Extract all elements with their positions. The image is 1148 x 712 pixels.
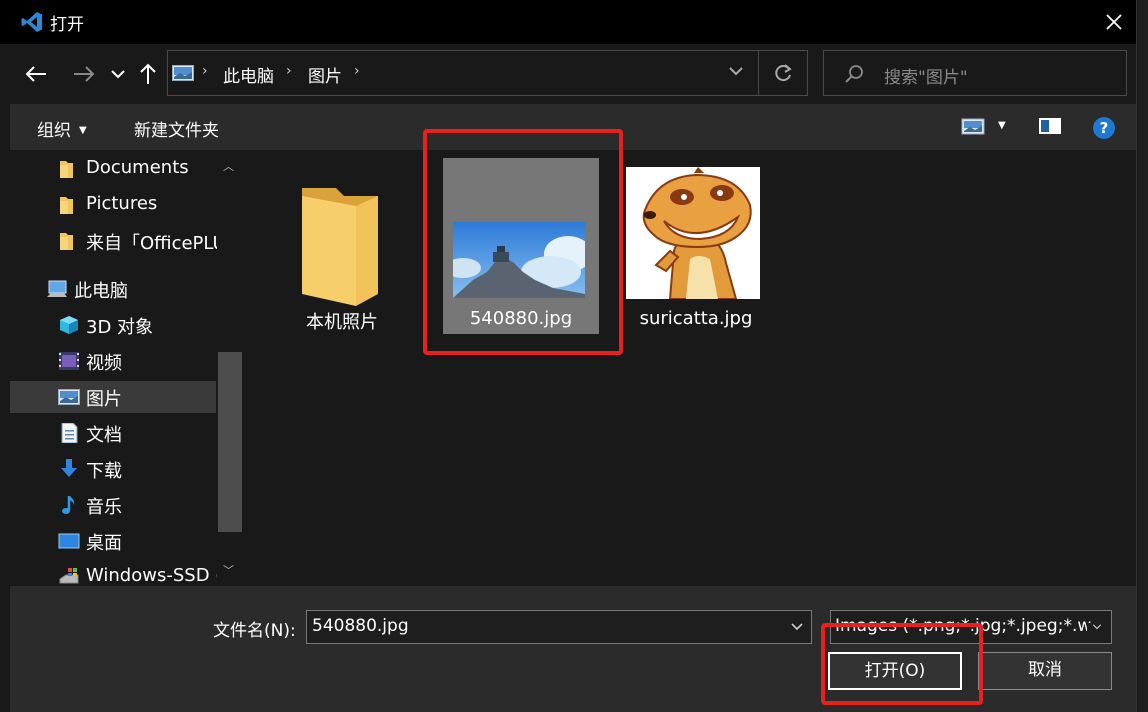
highlight-box-selected-file	[423, 129, 623, 355]
computer-icon	[47, 280, 67, 297]
breadcrumb-separator: ›	[202, 63, 208, 79]
up-button[interactable]	[134, 60, 162, 88]
nav-label: 此电脑	[74, 281, 128, 302]
search-box[interactable]: 搜索"图片"	[823, 50, 1127, 96]
folder-icon	[302, 188, 378, 306]
file-tile-folder[interactable]: 本机照片	[264, 158, 420, 334]
video-icon	[59, 352, 79, 370]
filename-value: 540880.jpg	[312, 616, 409, 636]
nav-label: Documents	[86, 157, 189, 178]
forward-button[interactable]	[70, 60, 98, 88]
nav-label: 图片	[86, 389, 122, 410]
nav-item-videos[interactable]: 视频	[10, 345, 216, 377]
caret-down-icon: ▼	[79, 125, 87, 136]
address-bar[interactable]: › 此电脑 › 图片 ›	[167, 50, 808, 96]
chevron-down-icon[interactable]	[791, 623, 803, 631]
file-tile-suricatta[interactable]: suricatta.jpg	[618, 158, 774, 334]
folder-icon	[60, 197, 73, 214]
window-title: 打开	[50, 15, 84, 35]
document-icon	[61, 423, 78, 443]
vscode-icon	[21, 12, 42, 32]
nav-item-officeplus[interactable]: 来自「OfficePLU	[10, 225, 226, 257]
file-list: 本机照片 540880.jpg suricatta.jpg	[244, 150, 1136, 586]
highlight-box-open-button	[821, 623, 983, 705]
3d-objects-icon	[60, 316, 78, 334]
address-row: › 此电脑 › 图片 › 搜索"图片"	[0, 44, 1136, 104]
organize-label: 组织	[37, 121, 71, 141]
nav-item-desktop[interactable]: 桌面	[10, 525, 216, 557]
breadcrumb-pictures[interactable]: 图片	[308, 62, 342, 87]
folder-icon	[60, 233, 73, 250]
nav-item-documents-library[interactable]: 文档	[10, 417, 216, 449]
file-name: 本机照片	[306, 312, 378, 333]
cancel-button[interactable]: 取消	[978, 652, 1112, 690]
view-options-icon[interactable]	[961, 116, 985, 136]
search-icon	[845, 65, 863, 83]
refresh-icon[interactable]	[773, 63, 793, 83]
download-icon	[61, 459, 77, 477]
nav-label: 3D 对象	[86, 317, 154, 338]
file-name: suricatta.jpg	[639, 308, 753, 329]
filename-label: 文件名(N):	[213, 621, 296, 641]
scroll-up-icon[interactable]: ︿	[223, 158, 234, 174]
nav-label: 来自「OfficePLU	[86, 233, 226, 254]
drive-icon	[59, 568, 79, 584]
navigation-pane: Documents Pictures 来自「OfficePLU 此电脑 3D 对…	[10, 150, 244, 586]
music-icon	[62, 496, 75, 514]
new-folder-button[interactable]: 新建文件夹	[134, 116, 219, 141]
chevron-down-icon	[1087, 623, 1103, 631]
preview-pane-icon[interactable]	[1038, 116, 1062, 136]
background-window-edge	[1136, 0, 1148, 712]
nav-item-pictures-folder[interactable]: Pictures	[10, 189, 216, 221]
nav-label: Windows-SSD (	[86, 565, 223, 586]
filename-input[interactable]: 540880.jpg	[306, 610, 812, 644]
breadcrumb-separator: ›	[286, 63, 292, 79]
nav-label: 文档	[86, 425, 122, 446]
nav-label: 视频	[86, 353, 122, 374]
nav-scrollbar-thumb[interactable]	[218, 352, 242, 532]
help-icon[interactable]: ?	[1092, 116, 1116, 140]
scroll-down-icon[interactable]: ﹀	[223, 562, 234, 578]
organize-button[interactable]: 组织 ▼	[37, 116, 87, 141]
nav-item-music[interactable]: 音乐	[10, 489, 216, 521]
recent-locations-button[interactable]	[104, 60, 132, 88]
svg-text:?: ?	[1100, 119, 1109, 137]
nav-item-documents[interactable]: Documents	[10, 153, 216, 185]
close-icon[interactable]	[1100, 8, 1128, 36]
nav-item-windows-ssd[interactable]: Windows-SSD (	[10, 561, 222, 586]
nav-label: Pictures	[86, 193, 158, 214]
nav-label: 音乐	[86, 497, 122, 518]
pictures-location-icon	[172, 65, 194, 81]
nav-item-3d-objects[interactable]: 3D 对象	[10, 309, 216, 341]
nav-item-this-pc[interactable]: 此电脑	[10, 273, 216, 305]
pictures-icon	[58, 389, 80, 405]
search-placeholder: 搜索"图片"	[884, 68, 968, 88]
desktop-icon	[58, 533, 80, 549]
view-caret-icon[interactable]: ▼	[998, 120, 1006, 131]
forward-arrow-icon	[74, 66, 95, 82]
back-button[interactable]	[22, 60, 50, 88]
up-arrow-icon	[140, 63, 156, 84]
image-thumbnail	[626, 167, 760, 299]
nav-item-pictures[interactable]: 图片	[10, 381, 216, 413]
address-divider	[758, 51, 759, 95]
nav-item-downloads[interactable]: 下载	[10, 453, 216, 485]
back-arrow-icon	[25, 66, 46, 82]
address-dropdown-icon[interactable]	[729, 66, 743, 76]
open-file-dialog: 打开 › 此电脑 › 图片 › 搜索"图片" 组织 ▼ 新建文件夹 ▼ ? Do…	[0, 0, 1148, 712]
nav-label: 下载	[86, 461, 122, 482]
chevron-down-icon	[111, 70, 125, 79]
breadcrumb-this-pc[interactable]: 此电脑	[223, 62, 274, 87]
title-bar: 打开	[0, 0, 1136, 44]
folder-icon	[60, 161, 73, 178]
breadcrumb-separator: ›	[354, 63, 360, 79]
nav-label: 桌面	[86, 533, 122, 554]
